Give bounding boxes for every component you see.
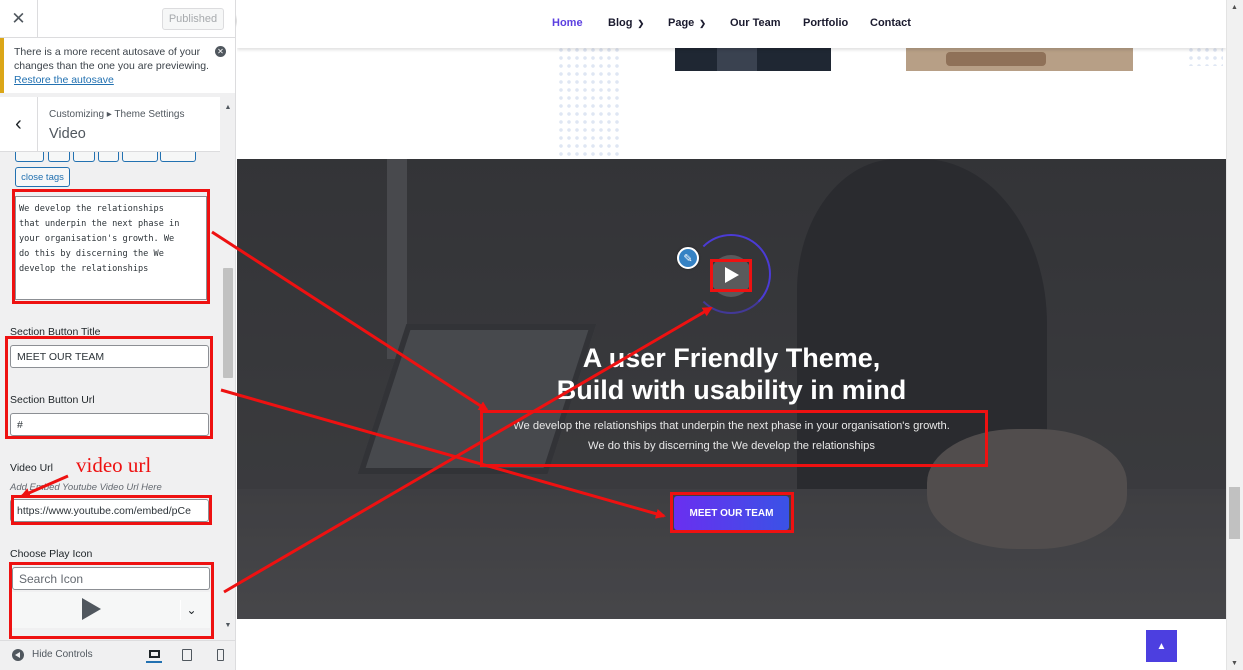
desktop-preview-button[interactable]	[146, 647, 162, 663]
section-header: ‹ Customizing ▸ Theme Settings Video	[0, 97, 220, 152]
desktop-icon	[148, 650, 160, 658]
mobile-preview-button[interactable]	[212, 647, 228, 663]
nav-item-portfolio[interactable]: Portfolio	[803, 17, 848, 29]
hero-title-line: A user Friendly Theme,	[582, 343, 881, 373]
dot-pattern	[557, 46, 621, 156]
hero-title-line: Build with usability in mind	[556, 375, 907, 405]
video-section: A user Friendly Theme, Build with usabil…	[237, 159, 1226, 619]
quicktag-button[interactable]	[48, 152, 70, 162]
back-button[interactable]: ‹	[0, 97, 38, 152]
autosave-notice: There is a more recent autosave of your …	[0, 38, 235, 93]
tablet-icon	[182, 649, 192, 661]
dismiss-notice-icon[interactable]: ✕	[215, 46, 226, 57]
button-title-input[interactable]: MEET OUR TEAM	[10, 345, 209, 368]
quicktag-button[interactable]	[122, 152, 158, 162]
nav-item-blog[interactable]: Blog ❯	[608, 17, 644, 29]
chevron-down-icon[interactable]: ⌄	[180, 600, 202, 620]
dot-pattern	[1187, 46, 1223, 66]
hero-description-line: We develop the relationships that underp…	[513, 420, 950, 432]
scroll-up-icon[interactable]: ▲	[222, 101, 234, 113]
icon-search-input[interactable]: Search Icon	[12, 567, 210, 590]
hide-controls-icon[interactable]	[12, 649, 24, 661]
resize-handle[interactable]	[201, 294, 207, 300]
window-scrollbar-thumb[interactable]	[1229, 487, 1240, 539]
icon-picker[interactable]: ⌄	[12, 592, 210, 628]
description-textarea[interactable]: We develop the relationships that underp…	[15, 196, 207, 300]
published-button[interactable]: Published	[162, 8, 224, 30]
back-to-top-button[interactable]: ▲	[1146, 630, 1177, 662]
chevron-up-icon: ▲	[1156, 640, 1167, 652]
scroll-down-icon[interactable]: ▼	[1228, 657, 1241, 669]
tablet-preview-button[interactable]	[179, 647, 195, 663]
team-photo	[675, 48, 831, 71]
close-icon: ✕	[11, 9, 26, 28]
edit-shortcut-pencil-icon[interactable]: ✎	[677, 247, 699, 269]
chevron-left-icon: ‹	[15, 113, 22, 135]
close-customizer-button[interactable]: ✕	[0, 0, 38, 38]
quicktag-button[interactable]	[98, 152, 119, 162]
nav-item-page[interactable]: Page ❯	[668, 17, 706, 29]
annotation-note: video url	[76, 453, 152, 477]
window-scrollbar[interactable]	[1226, 0, 1243, 670]
nav-item-contact[interactable]: Contact	[870, 17, 911, 29]
quicktag-button[interactable]	[15, 152, 44, 162]
chevron-down-icon: ❯	[699, 19, 706, 28]
scroll-up-icon[interactable]: ▲	[1228, 1, 1241, 13]
mobile-icon	[216, 649, 224, 661]
desk-photo	[906, 48, 1133, 71]
play-icon-label: Choose Play Icon	[10, 548, 93, 560]
hero-title: A user Friendly Theme, Build with usabil…	[237, 342, 1226, 406]
hide-controls-button[interactable]: Hide Controls	[32, 649, 93, 660]
nav-item-home[interactable]: Home	[552, 17, 583, 29]
nav-item-our-team[interactable]: Our Team	[730, 17, 781, 29]
button-title-label: Section Button Title	[10, 326, 101, 338]
play-icon[interactable]	[725, 267, 739, 283]
quicktag-button[interactable]	[160, 152, 196, 162]
customizer-screen: ✕ Published There is a more recent autos…	[0, 0, 1243, 670]
site-preview: Home Blog ❯ Page ❯ Our Team Portfolio Cont…	[237, 0, 1226, 670]
quicktag-button[interactable]	[73, 152, 95, 162]
restore-autosave-link[interactable]: Restore the autosave	[14, 73, 214, 87]
customizer-footer: Hide Controls	[0, 640, 235, 670]
section-title: Video	[49, 126, 86, 142]
customizer-header: ✕ Published	[0, 0, 235, 38]
chevron-down-icon: ❯	[637, 19, 645, 28]
hero-description: We develop the relationships that underp…	[237, 416, 1226, 456]
panel-scrollbar-thumb[interactable]	[223, 268, 233, 378]
close-tags-button[interactable]: close tags	[15, 167, 70, 187]
hero-description-line: We do this by discerning the We develop …	[588, 440, 875, 452]
play-icon	[82, 598, 101, 620]
customizer-panel: ✕ Published There is a more recent autos…	[0, 0, 236, 670]
video-url-label: Video Url	[10, 462, 53, 474]
breadcrumb: Customizing ▸ Theme Settings	[49, 109, 185, 120]
video-url-description: Add Embed Youtube Video Url Here	[10, 482, 162, 493]
scroll-down-icon[interactable]: ▼	[222, 619, 234, 631]
autosave-notice-text: There is a more recent autosave of your …	[14, 46, 209, 72]
site-nav: Home Blog ❯ Page ❯ Our Team Portfolio Cont…	[237, 0, 1226, 48]
button-url-label: Section Button Url	[10, 394, 95, 406]
meet-our-team-button[interactable]: MEET OUR TEAM	[674, 496, 789, 530]
video-url-input[interactable]: https://www.youtube.com/embed/pCe	[10, 499, 209, 522]
button-url-input[interactable]: #	[10, 413, 209, 436]
